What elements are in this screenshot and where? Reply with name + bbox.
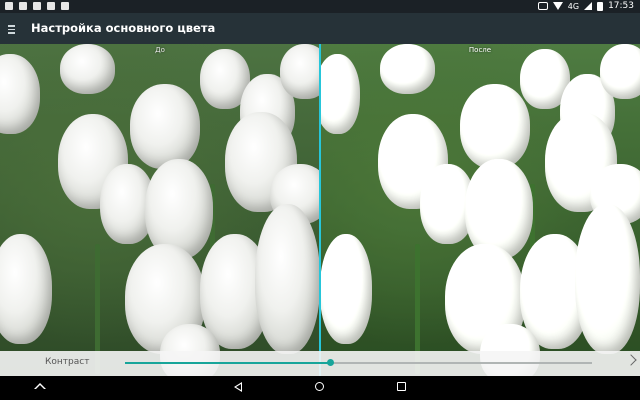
split-divider[interactable] [319,44,321,376]
image-icon [5,2,13,10]
after-pane: После [320,44,640,376]
status-bar: 4G 17:53 [0,0,640,13]
slider-thumb[interactable] [327,359,335,366]
status-icons-left [5,2,69,10]
before-label: До [155,46,165,54]
slider-fill [125,362,331,364]
signal-icon [584,2,593,10]
recents-icon[interactable] [397,382,406,391]
status-icons-right: 4G 17:53 [537,1,634,11]
contrast-slider[interactable] [125,359,592,366]
lock-icon [33,2,41,10]
clock: 17:53 [608,1,634,11]
menu-icon[interactable] [8,23,19,34]
hide-navbar-icon[interactable] [34,383,46,391]
after-label: После [468,46,492,54]
image-preview: До После [0,44,640,376]
screen: 4G 17:53 Настройка основного цвета До По… [0,0,640,400]
back-icon[interactable] [234,382,242,392]
download-icon [47,2,55,10]
navigation-bar [0,376,640,400]
home-icon[interactable] [315,382,324,391]
gallery-icon [61,2,69,10]
notification-icon [19,2,27,10]
wifi-icon [552,2,563,10]
before-pane: До [0,44,320,376]
contrast-label: Контраст [45,357,90,367]
chevron-right-icon[interactable] [625,354,637,366]
page-title: Настройка основного цвета [31,21,216,35]
network-type: 4G [567,1,580,11]
battery-icon [597,1,604,11]
app-bar: Настройка основного цвета [0,13,640,44]
vibrate-icon [537,2,548,10]
contrast-control: Контраст [0,351,640,376]
